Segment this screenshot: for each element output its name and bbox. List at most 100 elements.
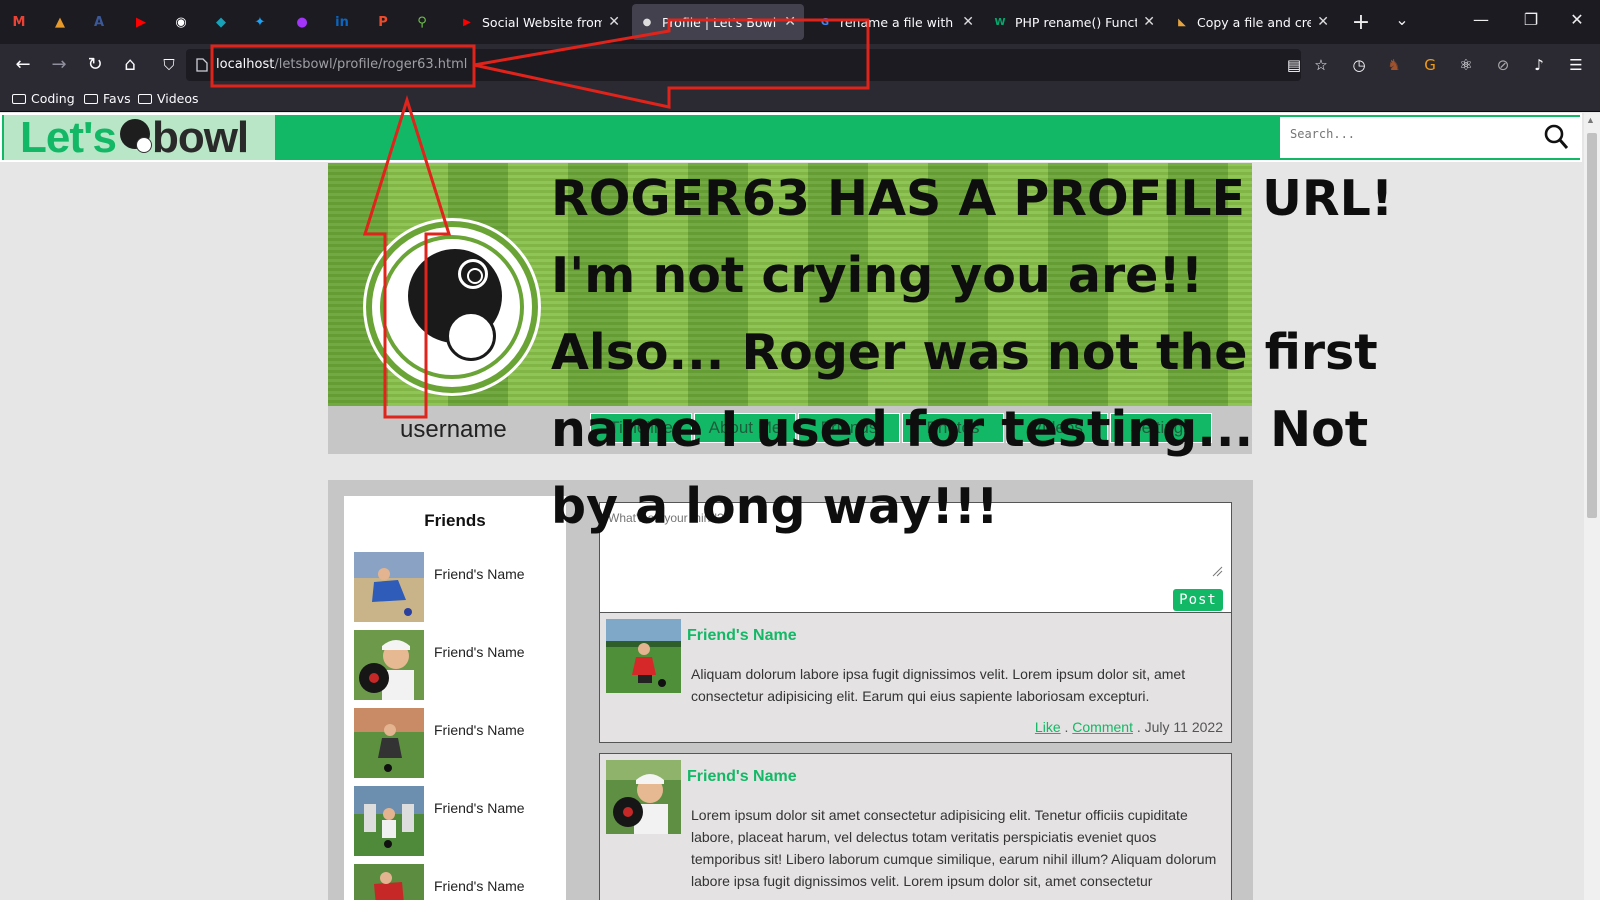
shield-icon[interactable]: ⛉ xyxy=(156,53,182,77)
friend-name[interactable]: Friend's Name xyxy=(434,800,525,816)
link-icon[interactable]: ⚲ xyxy=(411,11,433,33)
annotation-line: ROGER63 HAS A PROFILE URL! xyxy=(551,170,1394,227)
annotation-text: ROGER63 HAS A PROFILE URL! I'm not cryin… xyxy=(551,160,1581,545)
extension-bug-icon[interactable]: ♞ xyxy=(1383,54,1405,76)
comment-link[interactable]: Comment xyxy=(1072,719,1133,735)
annotation-line: name I used for testing... Not xyxy=(551,401,1369,458)
reader-view-icon[interactable]: ▤ xyxy=(1283,54,1305,76)
close-window-button[interactable]: ✕ xyxy=(1565,10,1589,29)
angular-icon[interactable]: A xyxy=(88,11,110,33)
friend-name[interactable]: Friend's Name xyxy=(434,566,525,582)
friends-title: Friends xyxy=(424,511,486,530)
browser-tab-bar: M ▲ A ▶ ◉ ◆ ✦ ● in P ⚲ ▶ Social Website from sc ✕ ● Pr… xyxy=(0,0,1600,44)
friend-item[interactable]: Friend's Name xyxy=(354,552,564,622)
close-tab-icon[interactable]: ✕ xyxy=(608,14,620,30)
close-tab-icon[interactable]: ✕ xyxy=(1143,14,1155,30)
post-author[interactable]: Friend's Name xyxy=(687,768,797,786)
post-author-photo[interactable] xyxy=(606,760,681,834)
friend-photo[interactable] xyxy=(354,708,424,778)
tab-list-button[interactable]: ⌄ xyxy=(1390,10,1414,29)
scroll-up-icon[interactable]: ▲ xyxy=(1586,115,1595,125)
friend-name[interactable]: Friend's Name xyxy=(434,722,525,738)
friend-name[interactable]: Friend's Name xyxy=(434,878,525,894)
browser-tab[interactable]: ◣ Copy a file and create ✕ xyxy=(1167,4,1337,40)
like-link[interactable]: Like xyxy=(1035,719,1061,735)
forward-icon[interactable]: → xyxy=(46,53,72,77)
bookmark-coding[interactable]: Coding xyxy=(12,91,75,106)
post-author[interactable]: Friend's Name xyxy=(687,627,797,645)
friend-photo[interactable] xyxy=(354,630,424,700)
close-tab-icon[interactable]: ✕ xyxy=(784,14,796,30)
scroll-thumb[interactable] xyxy=(1587,133,1597,518)
logo-lets: Let's xyxy=(20,112,117,162)
friend-item[interactable]: Friend's Name xyxy=(354,708,564,778)
youtube-studio-icon[interactable]: ▶ xyxy=(130,11,152,33)
volume-icon[interactable]: ♪ xyxy=(1528,54,1550,76)
address-bar[interactable]: localhost/letsbowl/profile/roger63.html xyxy=(186,49,1301,81)
profile-avatar[interactable] xyxy=(366,221,538,393)
github-icon[interactable]: ◉ xyxy=(170,11,192,33)
friend-item[interactable]: Friend's Name xyxy=(354,630,564,700)
blocker-icon[interactable]: ⊘ xyxy=(1492,54,1514,76)
diamond-icon[interactable]: ◆ xyxy=(210,11,232,33)
tab-label: rename a file with php xyxy=(840,14,956,30)
annotation-line: by a long way!!! xyxy=(551,478,999,535)
page-scrollbar[interactable]: ▲ xyxy=(1584,113,1600,900)
gmail-icon[interactable]: M xyxy=(8,11,30,33)
browser-tab[interactable]: ● Profile | Let's Bowl ✕ xyxy=(632,4,804,40)
grammarly-icon[interactable]: G xyxy=(1419,54,1441,76)
post-author-photo[interactable] xyxy=(606,619,681,693)
producthunt-icon[interactable]: P xyxy=(372,11,394,33)
mountain-icon[interactable]: ▲ xyxy=(49,11,71,33)
browser-nav-bar: ← → ↻ ⌂ ⛉ localhost/letsbowl/profile/rog… xyxy=(0,44,1600,86)
post-button[interactable]: Post xyxy=(1173,589,1223,611)
browser-tab[interactable]: ▶ Social Website from sc ✕ xyxy=(452,4,628,40)
feed-post: Friend's Name Lorem ipsum dolor sit amet… xyxy=(599,753,1232,900)
back-icon[interactable]: ← xyxy=(10,53,36,77)
minimize-button[interactable]: — xyxy=(1469,10,1493,29)
browser-tab[interactable]: W PHP rename() Function ✕ xyxy=(985,4,1163,40)
site-header: Let's bowl xyxy=(0,113,1582,162)
search-icon[interactable] xyxy=(1544,124,1568,150)
react-devtools-icon[interactable]: ⚛ xyxy=(1455,54,1477,76)
linkedin-icon[interactable]: in xyxy=(331,11,353,33)
friend-photo[interactable] xyxy=(354,864,424,900)
twitter-icon[interactable]: ✦ xyxy=(249,11,271,33)
url-text[interactable]: localhost/letsbowl/profile/roger63.html xyxy=(216,57,467,72)
tab-label: Copy a file and create xyxy=(1197,14,1312,30)
friend-item[interactable]: Friend's Name xyxy=(354,864,564,900)
bookmark-favs[interactable]: Favs xyxy=(84,91,131,106)
post-body: Lorem ipsum dolor sit amet consectetur a… xyxy=(691,807,1217,889)
tab-label: Social Website from sc xyxy=(482,14,603,30)
youtube-icon: ▶ xyxy=(463,16,471,28)
site-logo[interactable]: Let's bowl xyxy=(4,112,275,162)
bowl-icon: ● xyxy=(642,16,652,28)
bookmark-star-icon[interactable]: ☆ xyxy=(1310,54,1332,76)
messenger-icon[interactable]: ● xyxy=(291,11,313,33)
w3schools-icon: W xyxy=(994,16,1006,28)
annotation-line: I'm not crying you are!! xyxy=(551,247,1204,304)
friend-name[interactable]: Friend's Name xyxy=(434,644,525,660)
folder-icon xyxy=(84,93,98,104)
jack-ball-icon xyxy=(446,311,496,361)
restore-button[interactable]: ❐ xyxy=(1519,10,1543,29)
annotation-line: Also... Roger was not the first xyxy=(551,324,1378,381)
resize-grip-icon[interactable] xyxy=(1211,565,1223,577)
feed-post: Friend's Name Aliquam dolorum labore ips… xyxy=(599,612,1232,743)
friend-photo[interactable] xyxy=(354,552,424,622)
friend-photo[interactable] xyxy=(354,786,424,856)
reload-icon[interactable]: ↻ xyxy=(82,53,108,77)
friends-panel: Friends Friend's Name Friend's Name Friend… xyxy=(344,496,566,900)
home-icon[interactable]: ⌂ xyxy=(117,53,143,77)
search-input[interactable] xyxy=(1290,127,1520,141)
bookmark-videos[interactable]: Videos xyxy=(138,91,199,106)
menu-icon[interactable]: ☰ xyxy=(1565,54,1587,76)
close-tab-icon[interactable]: ✕ xyxy=(1317,14,1329,30)
folder-icon xyxy=(138,93,152,104)
target-icon xyxy=(458,259,488,289)
new-tab-button[interactable]: + xyxy=(1349,10,1373,35)
friend-item[interactable]: Friend's Name xyxy=(354,786,564,856)
browser-tab[interactable]: Grename a file with php ✕ xyxy=(810,4,982,40)
close-tab-icon[interactable]: ✕ xyxy=(962,14,974,30)
history-icon[interactable]: ◷ xyxy=(1348,54,1370,76)
